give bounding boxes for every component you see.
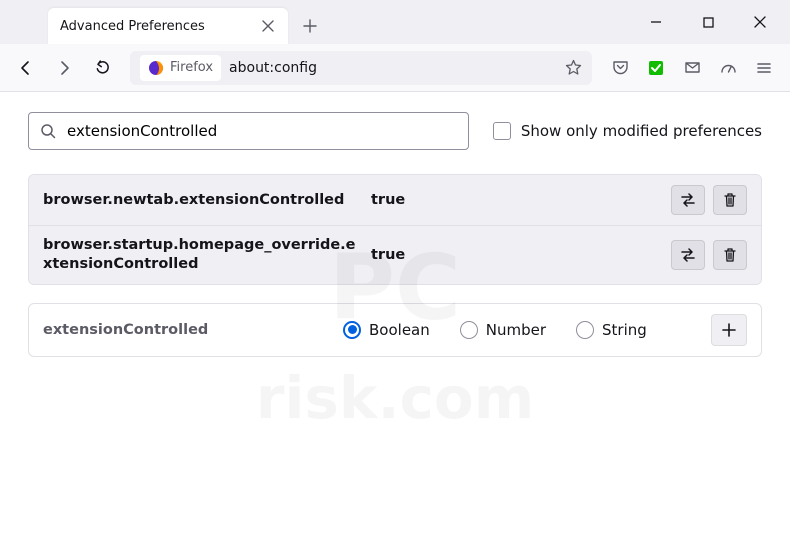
mail-icon[interactable] xyxy=(676,52,708,84)
checkbox-icon xyxy=(493,122,511,140)
show-modified-checkbox[interactable]: Show only modified preferences xyxy=(493,122,762,140)
toggle-button[interactable] xyxy=(671,240,705,270)
extension-icon[interactable] xyxy=(640,52,672,84)
pref-row: browser.startup.homepage_override.extens… xyxy=(29,225,761,284)
radio-string[interactable]: String xyxy=(576,321,647,339)
radio-label: Boolean xyxy=(369,321,430,339)
show-modified-label: Show only modified preferences xyxy=(521,122,762,140)
radio-label: Number xyxy=(486,321,546,339)
pref-actions xyxy=(671,240,747,270)
pref-value: true xyxy=(363,247,671,263)
radio-icon xyxy=(576,321,594,339)
search-input[interactable] xyxy=(28,112,469,150)
dashboard-icon[interactable] xyxy=(712,52,744,84)
window-controls xyxy=(642,8,782,44)
delete-button[interactable] xyxy=(713,185,747,215)
radio-label: String xyxy=(602,321,647,339)
browser-tab[interactable]: Advanced Preferences xyxy=(48,8,288,44)
add-pref-button[interactable] xyxy=(711,314,747,346)
url-bar[interactable]: Firefox xyxy=(130,51,592,85)
toolbar-right-buttons xyxy=(604,52,780,84)
identity-label: Firefox xyxy=(170,60,213,75)
minimize-button[interactable] xyxy=(642,8,670,36)
page-content: Show only modified preferences browser.n… xyxy=(0,92,790,377)
pref-row: browser.newtab.extensionControlled true xyxy=(29,175,761,225)
browser-toolbar: Firefox xyxy=(0,44,790,92)
search-icon xyxy=(40,123,56,139)
url-input[interactable] xyxy=(229,60,557,76)
back-button[interactable] xyxy=(10,52,42,84)
pref-actions xyxy=(671,185,747,215)
app-menu-icon[interactable] xyxy=(748,52,780,84)
close-tab-icon[interactable] xyxy=(260,18,276,34)
pref-name: browser.startup.homepage_override.extens… xyxy=(43,236,363,274)
new-pref-name: extensionControlled xyxy=(43,322,343,338)
delete-button[interactable] xyxy=(713,240,747,270)
forward-button[interactable] xyxy=(48,52,80,84)
bookmark-star-icon[interactable] xyxy=(565,59,582,76)
firefox-logo-icon xyxy=(148,60,164,76)
identity-box[interactable]: Firefox xyxy=(140,55,221,81)
maximize-button[interactable] xyxy=(694,8,722,36)
window-titlebar: Advanced Preferences xyxy=(0,0,790,44)
new-tab-button[interactable] xyxy=(294,10,326,42)
search-box xyxy=(28,112,469,150)
window-close-button[interactable] xyxy=(746,8,774,36)
radio-icon xyxy=(343,321,361,339)
toggle-button[interactable] xyxy=(671,185,705,215)
pref-value: true xyxy=(363,192,671,208)
radio-number[interactable]: Number xyxy=(460,321,546,339)
pref-name: browser.newtab.extensionControlled xyxy=(43,191,363,210)
radio-boolean[interactable]: Boolean xyxy=(343,321,430,339)
new-pref-row: extensionControlled Boolean Number Strin… xyxy=(28,303,762,357)
pref-table: browser.newtab.extensionControlled true … xyxy=(28,174,762,285)
type-radio-group: Boolean Number String xyxy=(343,321,701,339)
pocket-icon[interactable] xyxy=(604,52,636,84)
reload-button[interactable] xyxy=(86,52,118,84)
radio-icon xyxy=(460,321,478,339)
search-row: Show only modified preferences xyxy=(28,112,762,150)
tab-title: Advanced Preferences xyxy=(60,19,260,34)
